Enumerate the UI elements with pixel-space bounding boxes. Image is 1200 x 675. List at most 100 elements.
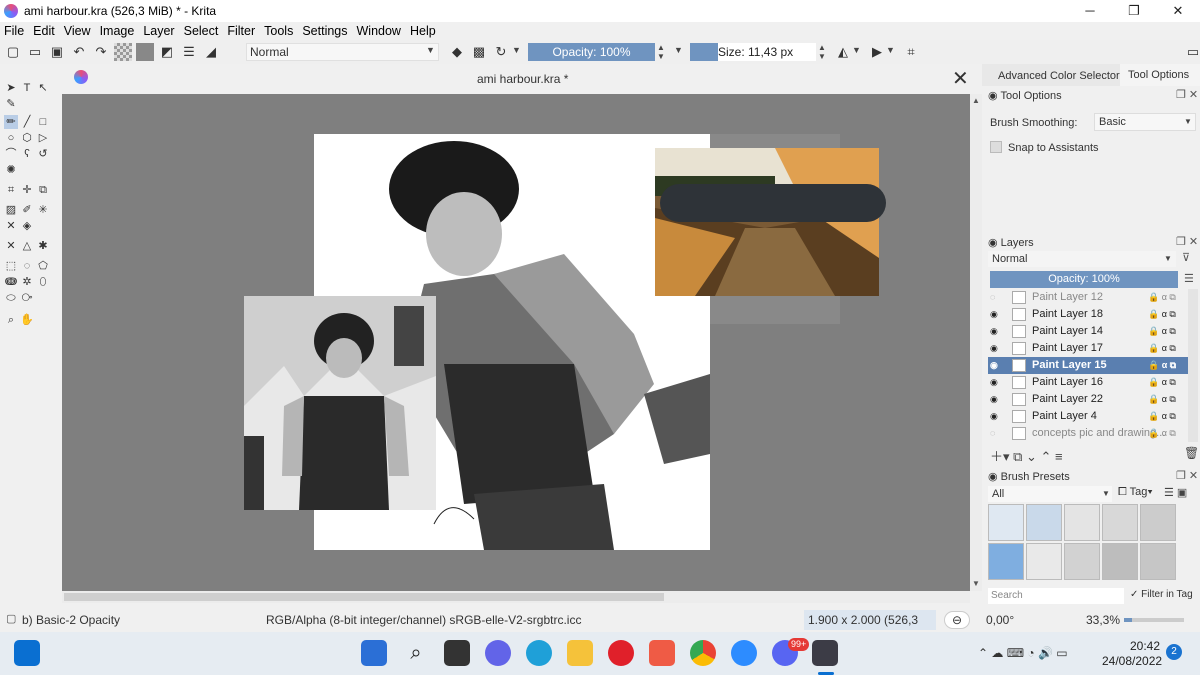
file-explorer-icon[interactable] <box>567 640 593 666</box>
brush-smoothing-select[interactable]: Basic <box>1094 113 1196 131</box>
ellipse-tool-icon[interactable]: ○ <box>4 131 18 145</box>
delete-layer-icon[interactable]: 🗑 <box>1184 446 1199 460</box>
menu-view[interactable]: View <box>64 24 91 38</box>
brush-preset-grid[interactable] <box>988 504 1194 584</box>
search-icon[interactable]: ⌕ <box>403 640 429 666</box>
dock-float-icon[interactable]: ❐ ✕ <box>1176 88 1198 101</box>
chrome-icon[interactable] <box>690 640 716 666</box>
layer-row[interactable]: ◉ Paint Layer 15 🔒 α ⧉ <box>988 357 1188 374</box>
size-slider[interactable]: Size: 11,43 px <box>690 43 816 61</box>
zoom-app-icon[interactable] <box>731 640 757 666</box>
open-document-icon[interactable]: ▭ <box>26 43 44 61</box>
brush-preset-tile[interactable] <box>1026 504 1062 541</box>
eye-icon[interactable]: ◉ <box>990 357 998 374</box>
select-shapes-icon[interactable]: ➤ <box>4 81 18 95</box>
eye-icon[interactable]: ◉ <box>990 391 998 408</box>
notification-badge[interactable]: 2 <box>1166 644 1182 660</box>
gradient-icon[interactable] <box>136 43 154 61</box>
start-menu-icon[interactable] <box>361 640 387 666</box>
calligraphy-icon[interactable]: ✎ <box>4 97 18 111</box>
menu-help[interactable]: Help <box>410 24 436 38</box>
freehand-select-icon[interactable]: ↈ <box>4 275 18 289</box>
brush-preset-tile[interactable] <box>1140 504 1176 541</box>
layer-row[interactable]: ◉ Paint Layer 17 🔒 α ⧉ <box>988 340 1188 357</box>
rectangle-tool-icon[interactable]: □ <box>36 115 50 129</box>
reference-tool-icon[interactable]: ✱ <box>36 239 50 253</box>
eye-icon[interactable]: ◉ <box>990 374 998 391</box>
layer-menu-icon[interactable]: ☰ <box>1184 272 1194 285</box>
fill-tool-icon[interactable]: ◈ <box>20 219 34 233</box>
opacity-spin-icon[interactable]: ▲ ▼ <box>657 43 665 61</box>
snap-checkbox[interactable] <box>990 141 1002 153</box>
menu-window[interactable]: Window <box>357 24 401 38</box>
polygon-tool-icon[interactable]: ⬡ <box>20 131 34 145</box>
layer-row[interactable]: ◌ Paint Layer 12 🔒 α ⧉ <box>988 289 1188 306</box>
new-document-icon[interactable]: ▢ <box>4 43 22 61</box>
magnetic-select-icon[interactable]: ⧂ <box>20 291 34 305</box>
system-tray-icons[interactable]: ⌃ ☁ ⌨ ◔ 🔊 ▭ <box>978 646 1068 660</box>
brush-preset-icon[interactable]: ◢ <box>202 43 220 61</box>
menu-settings[interactable]: Settings <box>302 24 347 38</box>
eye-icon[interactable]: ◉ <box>990 408 998 425</box>
close-document-button[interactable]: ✕ <box>952 66 969 91</box>
minimize-button[interactable]: ─ <box>1068 0 1112 22</box>
toolbar-more-icon[interactable]: ▭ <box>1184 43 1200 61</box>
add-layer-icon[interactable]: ＋▾ ⧉ ⌄ ⌃ ≡ <box>990 446 1063 465</box>
smart-patch-icon[interactable]: ✳ <box>36 203 50 217</box>
dock-float-icon[interactable]: ❐ ✕ <box>1176 235 1198 248</box>
multibrush-icon[interactable]: ✺ <box>4 163 18 177</box>
blend-mode-select[interactable]: Normal <box>246 43 439 61</box>
task-view-icon[interactable] <box>444 640 470 666</box>
brush-filter-select[interactable]: All <box>988 486 1112 502</box>
layer-properties-icon[interactable]: 🔒 α ⧉ <box>1148 289 1176 306</box>
menu-layer[interactable]: Layer <box>143 24 174 38</box>
gradient-tool-icon[interactable]: ▨ <box>4 203 18 217</box>
preserve-alpha-icon[interactable]: ▩ <box>470 43 488 61</box>
crop-tool-icon[interactable]: ⌗ <box>4 183 18 197</box>
scroll-down-icon[interactable]: ▼ <box>972 579 980 588</box>
undo-icon[interactable]: ↶ <box>70 43 88 61</box>
brush-preset-tile[interactable] <box>1140 543 1176 580</box>
canvas-viewport[interactable] <box>62 94 970 591</box>
tab-tool-options[interactable]: Tool Options <box>1120 64 1200 86</box>
layer-properties-icon[interactable]: 🔒 α ⧉ <box>1148 340 1176 357</box>
rect-select-icon[interactable]: ⬚ <box>4 259 18 273</box>
edge-browser-icon[interactable] <box>526 640 552 666</box>
layer-row[interactable]: ◉ Paint Layer 14 🔒 α ⧉ <box>988 323 1188 340</box>
similar-select-icon[interactable]: ⬯ <box>36 275 50 289</box>
calendar-app-icon[interactable] <box>649 640 675 666</box>
brush-preset-tile[interactable] <box>1102 504 1138 541</box>
opera-icon[interactable] <box>608 640 634 666</box>
brush-preset-tile[interactable] <box>1064 543 1100 580</box>
save-icon[interactable]: ▣ <box>48 43 66 61</box>
bezier-tool-icon[interactable]: ⌒ <box>4 147 18 161</box>
close-window-button[interactable]: ✕ <box>1156 0 1200 22</box>
mirror-vertical-icon[interactable]: ▶ <box>868 43 886 61</box>
eye-icon[interactable]: ◌ <box>990 289 995 306</box>
eye-icon[interactable]: ◉ <box>990 340 998 357</box>
scroll-thumb[interactable] <box>64 593 664 601</box>
zoom-slider[interactable] <box>1124 618 1184 622</box>
layer-properties-icon[interactable]: 🔒 α ⧉ <box>1148 391 1176 408</box>
layer-row[interactable]: ◉ Paint Layer 16 🔒 α ⧉ <box>988 374 1188 391</box>
assistant-tool-icon[interactable]: ✕ <box>4 239 18 253</box>
pattern-icon[interactable] <box>114 43 132 61</box>
freehand-path-icon[interactable]: ʕ <box>20 147 34 161</box>
eye-icon[interactable]: ◌ <box>990 425 995 442</box>
menu-select[interactable]: Select <box>184 24 219 38</box>
brush-preset-tile[interactable] <box>1064 504 1100 541</box>
menu-file[interactable]: File <box>4 24 24 38</box>
size-spin-icon[interactable]: ▲ ▼ <box>818 43 826 61</box>
layer-properties-icon[interactable]: 🔒 α ⧉ <box>1148 357 1176 374</box>
measure-tool-icon[interactable]: △ <box>20 239 34 253</box>
menu-edit[interactable]: Edit <box>33 24 55 38</box>
line-tool-icon[interactable]: ╱ <box>20 115 34 129</box>
tab-advanced-color-selector[interactable]: Advanced Color Selector <box>998 70 1120 82</box>
color-sampler-icon[interactable]: ✕ <box>4 219 18 233</box>
dock-float-icon[interactable]: ❐ ✕ <box>1176 469 1198 482</box>
bezier-select-icon[interactable]: ⬭ <box>4 291 18 305</box>
mirror-horizontal-icon[interactable]: ◭ <box>834 43 852 61</box>
eraser-mode-icon[interactable]: ◆ <box>448 43 466 61</box>
polygon-select-icon[interactable]: ⬠ <box>36 259 50 273</box>
vertical-scrollbar[interactable]: ▲ ▼ <box>970 94 982 591</box>
